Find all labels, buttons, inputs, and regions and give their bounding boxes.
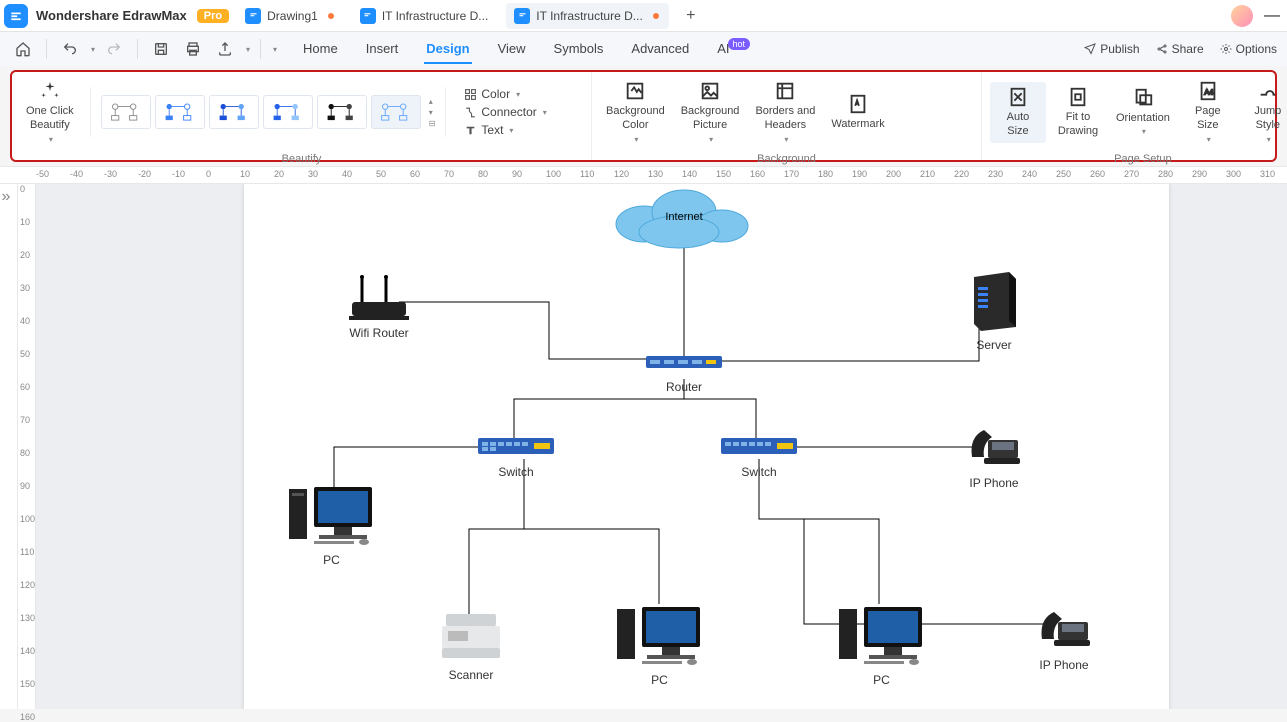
- export-dropdown[interactable]: ▾: [246, 45, 250, 54]
- tab-it-infra-1[interactable]: IT Infrastructure D...: [352, 3, 498, 29]
- page-size-button[interactable]: A4Page Size▾: [1180, 76, 1236, 149]
- jump-style-button[interactable]: Jump Style▾: [1240, 76, 1287, 149]
- chevron-right-icon: »: [2, 188, 16, 202]
- modified-dot: [328, 13, 334, 19]
- node-label: Server: [976, 338, 1011, 352]
- modified-dot: [653, 13, 659, 19]
- theme-down[interactable]: ▾: [429, 108, 436, 117]
- theme-thumb-2[interactable]: [155, 95, 205, 129]
- doc-icon: [245, 8, 261, 24]
- background-color-button[interactable]: Background Color▾: [600, 76, 671, 149]
- ip-phone-1-node[interactable]: IP Phone: [964, 422, 1024, 490]
- vertical-ruler: 0102030405060708090100110120130140150160: [18, 184, 36, 709]
- menu-advanced[interactable]: Advanced: [629, 35, 691, 64]
- watermark-button[interactable]: Watermark: [825, 89, 890, 135]
- share-button[interactable]: Share: [1156, 42, 1204, 56]
- home-icon[interactable]: [10, 36, 36, 62]
- menu-symbols[interactable]: Symbols: [552, 35, 606, 64]
- internet-node[interactable]: Internet: [604, 184, 764, 249]
- qat-customize[interactable]: ▾: [273, 45, 277, 54]
- theme-thumb-5[interactable]: [317, 95, 367, 129]
- user-avatar[interactable]: [1231, 5, 1253, 27]
- options-button[interactable]: Options: [1220, 42, 1277, 56]
- drawing-page[interactable]: Internet Wifi Router Router Server Switc…: [244, 184, 1169, 709]
- tab-it-infra-2[interactable]: IT Infrastructure D...: [506, 3, 668, 29]
- doc-icon: [360, 8, 376, 24]
- tab-drawing1[interactable]: Drawing1: [237, 3, 344, 29]
- minimize-button[interactable]: —: [1261, 5, 1283, 27]
- pc-3-node[interactable]: PC: [834, 599, 929, 687]
- theme-thumb-1[interactable]: [101, 95, 151, 129]
- button-label: One Click Beautify: [26, 104, 74, 133]
- ip-phone-2-node[interactable]: IP Phone: [1034, 604, 1094, 672]
- theme-more[interactable]: ⊟: [429, 119, 436, 128]
- left-panel-collapsed[interactable]: »: [0, 184, 18, 709]
- tab-label: Drawing1: [267, 9, 318, 23]
- save-button[interactable]: [148, 36, 174, 62]
- theme-thumb-6[interactable]: [371, 95, 421, 129]
- background-picture-button[interactable]: Background Picture▾: [675, 76, 746, 149]
- horizontal-ruler: -50-40-30-20-100102030405060708090100110…: [0, 166, 1287, 184]
- wifi-router-node[interactable]: Wifi Router: [344, 272, 414, 340]
- pro-badge: Pro: [197, 9, 229, 23]
- node-label: PC: [323, 553, 340, 567]
- menu-insert[interactable]: Insert: [364, 35, 401, 64]
- node-label: Wifi Router: [349, 326, 408, 340]
- tab-label: IT Infrastructure D...: [536, 9, 642, 23]
- theme-thumb-3[interactable]: [209, 95, 259, 129]
- node-label: Switch: [741, 465, 776, 479]
- node-label: IP Phone: [1039, 658, 1088, 672]
- svg-text:A4: A4: [1204, 88, 1213, 97]
- borders-headers-button[interactable]: Borders and Headers▾: [749, 76, 821, 149]
- server-node[interactable]: Server: [964, 269, 1024, 352]
- tab-label: IT Infrastructure D...: [382, 9, 488, 23]
- undo-button[interactable]: [57, 36, 83, 62]
- menu-home[interactable]: Home: [301, 35, 340, 64]
- app-logo: [4, 4, 28, 28]
- title-bar: Wondershare EdrawMax Pro Drawing1 IT Inf…: [0, 0, 1287, 32]
- export-button[interactable]: [212, 36, 238, 62]
- sparkle-icon: [39, 80, 61, 102]
- scanner-node[interactable]: Scanner: [436, 609, 506, 682]
- redo-button[interactable]: [101, 36, 127, 62]
- undo-dropdown[interactable]: ▾: [91, 45, 95, 54]
- hot-badge: hot: [728, 38, 751, 50]
- node-label: PC: [873, 673, 890, 687]
- color-dropdown[interactable]: Color▾: [464, 87, 546, 101]
- theme-up[interactable]: ▴: [429, 97, 436, 106]
- text-dropdown[interactable]: Text▾: [464, 123, 546, 137]
- svg-text:Internet: Internet: [665, 211, 702, 223]
- menu-design[interactable]: Design: [424, 35, 471, 64]
- node-label: Switch: [498, 465, 533, 479]
- node-label: Router: [666, 380, 702, 394]
- publish-button[interactable]: Publish: [1084, 42, 1139, 56]
- print-button[interactable]: [180, 36, 206, 62]
- canvas-area[interactable]: Internet Wifi Router Router Server Switc…: [36, 184, 1287, 709]
- app-name: Wondershare EdrawMax: [36, 8, 187, 23]
- menu-view[interactable]: View: [496, 35, 528, 64]
- doc-icon: [514, 8, 530, 24]
- orientation-button[interactable]: Orientation▾: [1110, 83, 1176, 142]
- router-node[interactable]: Router: [644, 354, 724, 394]
- one-click-beautify-button[interactable]: One Click Beautify▾: [20, 76, 80, 149]
- pc-2-node[interactable]: PC: [612, 599, 707, 687]
- menu-tabs: Home Insert Design View Symbols Advanced…: [301, 35, 754, 64]
- menu-ai[interactable]: AIhot: [715, 35, 754, 64]
- design-ribbon: One Click Beautify▾ ▴ ▾ ⊟ Color▾ Connect…: [10, 70, 1277, 162]
- node-label: IP Phone: [969, 476, 1018, 490]
- node-label: PC: [651, 673, 668, 687]
- add-tab-button[interactable]: +: [679, 4, 703, 28]
- quick-access-bar: ▾ ▾ ▾ Home Insert Design View Symbols Ad…: [0, 32, 1287, 66]
- switch-1-node[interactable]: Switch: [476, 436, 556, 479]
- connector-dropdown[interactable]: Connector▾: [464, 105, 546, 119]
- pc-1-node[interactable]: PC: [284, 479, 379, 567]
- theme-thumb-4[interactable]: [263, 95, 313, 129]
- fit-to-drawing-button[interactable]: Fit to Drawing: [1050, 82, 1106, 143]
- auto-size-button[interactable]: Auto Size: [990, 82, 1046, 143]
- node-label: Scanner: [449, 668, 494, 682]
- switch-2-node[interactable]: Switch: [719, 436, 799, 479]
